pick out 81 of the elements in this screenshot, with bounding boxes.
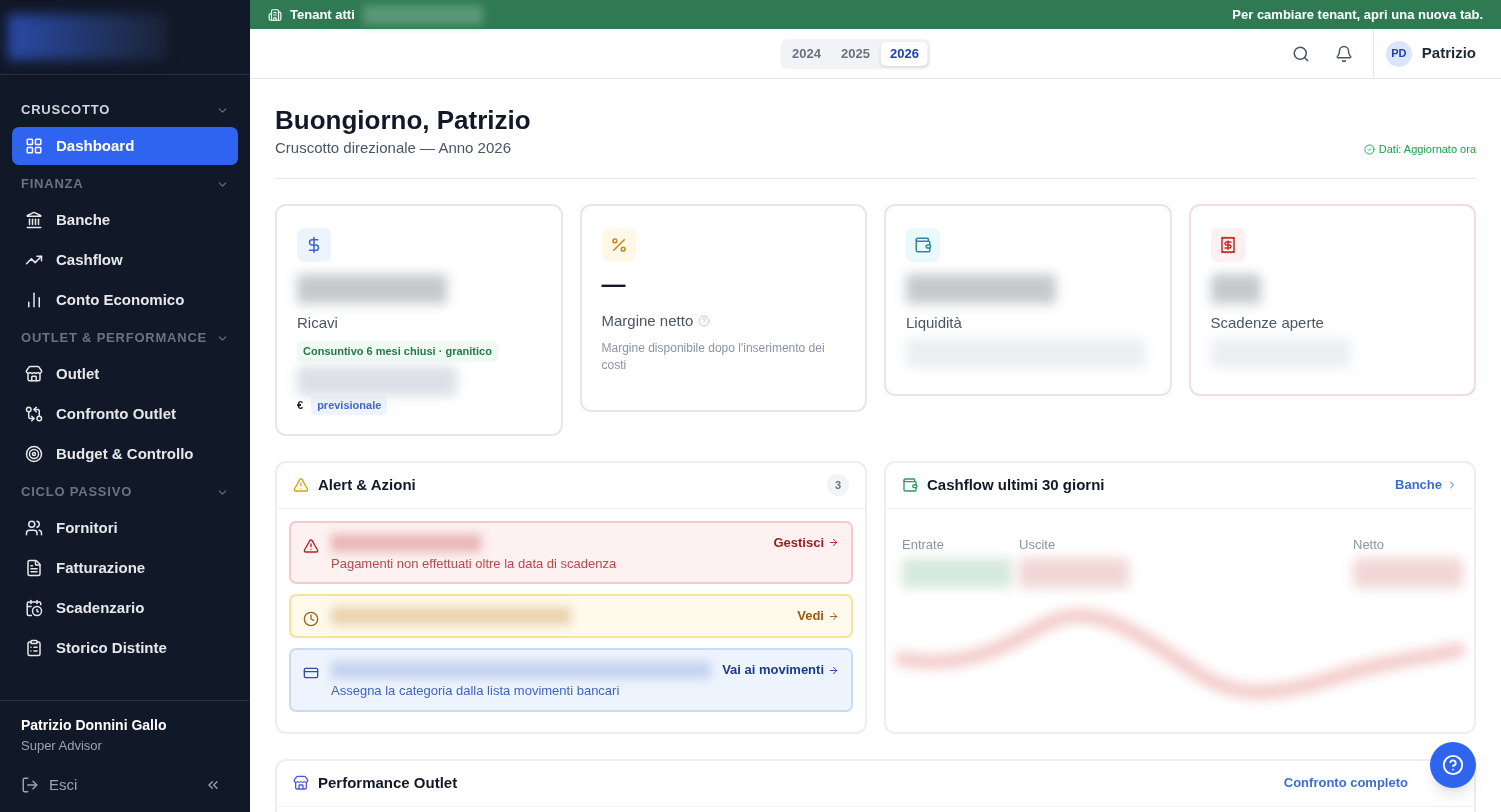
user-role: Super Advisor [21, 737, 103, 755]
year-tab[interactable]: 2024 [783, 41, 831, 66]
bar-chart-icon [25, 291, 43, 309]
nav-item[interactable]: Confronto Outlet [12, 395, 238, 433]
help-button[interactable] [1430, 742, 1476, 788]
wallet-icon [914, 235, 932, 254]
card-icon [303, 665, 319, 681]
kpi-label: Scadenze aperte [1210, 312, 1324, 333]
warning-icon [303, 537, 319, 554]
column-label: Netto [1353, 536, 1385, 552]
nav-item[interactable]: Fornitori [12, 509, 238, 547]
forecast-tag: previsionale [311, 396, 388, 415]
help-icon [1442, 754, 1464, 776]
panel-title: Cashflow ultimi 30 giorni [927, 474, 1105, 495]
logout-button[interactable]: Esci [21, 773, 78, 796]
percent-icon [609, 235, 628, 254]
section-header[interactable]: OUTLET & PERFORMANCE [21, 328, 208, 348]
column-label: Uscite [1019, 536, 1056, 552]
action-link[interactable]: Gestisci [773, 532, 839, 553]
nav-item[interactable]: Cashflow [12, 241, 238, 279]
receipt-icon [1218, 235, 1237, 254]
banner-text: Per cambiare tenant, apri una nuova tab. [1232, 5, 1483, 24]
nav-item[interactable]: Fatturazione [12, 549, 238, 587]
calendar-clock-icon [25, 599, 43, 617]
section-header[interactable]: CICLO PASSIVO [21, 482, 133, 502]
grid-icon [25, 137, 43, 155]
nav-item[interactable]: Scadenzario [12, 589, 238, 627]
nav-item[interactable]: Outlet [12, 355, 238, 393]
banner-text: Tenant atti [290, 5, 355, 24]
arrow-icon [828, 610, 839, 622]
logout-icon [21, 775, 39, 794]
compare-link[interactable]: Confronto completo [1283, 773, 1408, 793]
search-icon[interactable] [1291, 44, 1310, 63]
column-label: Entrate [902, 536, 944, 552]
action-link[interactable]: Vedi [797, 606, 839, 626]
redacted-block [1210, 273, 1261, 304]
panel-title: Alert & Azioni [318, 474, 416, 495]
wallet-icon [902, 477, 918, 493]
alert-description: Pagamenti non effettuati oltre la data di scadenza [331, 554, 618, 573]
arrow-icon [828, 664, 839, 676]
check-icon [1363, 143, 1375, 155]
store-icon [293, 775, 309, 791]
building-icon [268, 7, 282, 22]
kpi-label: Margine netto [601, 310, 694, 331]
panel-title: Performance Outlet [318, 772, 458, 793]
alert-description: Assegna la categoria dalla lista movimenti bancari [331, 682, 621, 700]
user-menu[interactable]: Patrizio [1421, 42, 1476, 65]
nav-item[interactable]: Budget & Controllo [12, 435, 238, 473]
compare-icon [25, 405, 43, 423]
year-tab[interactable]: 2026 [880, 41, 928, 66]
notification-icon[interactable] [1334, 44, 1353, 63]
document-icon [25, 559, 43, 577]
section-header[interactable]: CRUSCOTTO [21, 100, 111, 120]
nav-item[interactable]: Dashboard [12, 127, 238, 165]
avatar[interactable]: PD [1385, 40, 1412, 67]
kpi-note: Margine disponibile dopo l'inserimento dei costi [601, 340, 826, 374]
user-name: Patrizio Donnini Gallo [21, 716, 168, 735]
status-badge: Consuntivo 6 mesi chiusi · granitico [297, 341, 498, 362]
users-icon [25, 519, 43, 537]
page-title: Buongiorno, Patrizio [275, 105, 531, 135]
store-icon [25, 365, 43, 383]
year-tab[interactable]: 2025 [832, 41, 879, 66]
kpi-label: Ricavi [297, 312, 338, 333]
clipboard-icon [25, 639, 43, 657]
page-subtitle: Cruscotto direzionale — Anno 2026 [275, 138, 512, 158]
banks-link[interactable]: Banche [1395, 475, 1458, 495]
currency-symbol: € [297, 398, 304, 413]
section-header[interactable]: FINANZA [21, 174, 84, 194]
action-link[interactable]: Vai ai movimenti [722, 660, 839, 680]
nav-item[interactable]: Conto Economico [12, 281, 238, 319]
status-text: Dati: Aggiornato ora [1378, 142, 1476, 157]
count-badge: 3 [827, 474, 849, 496]
nav-item[interactable]: Storico Distinte [12, 629, 238, 667]
target-icon [25, 445, 43, 463]
kpi-label: Liquidità [906, 312, 962, 333]
clock-icon [303, 611, 319, 627]
warning-icon [293, 477, 309, 493]
arrow-icon [828, 537, 839, 548]
bank-icon [25, 211, 43, 229]
kpi-value: — [601, 268, 627, 299]
nav-item[interactable]: Banche [12, 201, 238, 239]
